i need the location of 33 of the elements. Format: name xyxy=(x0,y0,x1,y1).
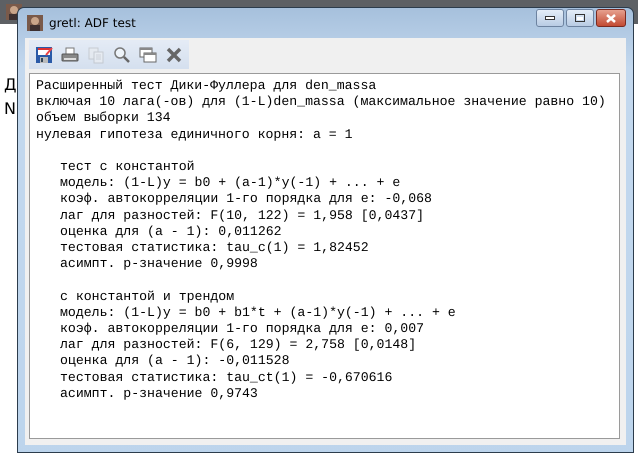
output-line: лаг для разностей: F(10, 122) = 1,958 [0,0437] xyxy=(59,208,426,224)
output-line: коэф. автокорреляции 1-го порядка для e: 0,007 xyxy=(59,321,426,338)
section-title: тест с константой xyxy=(59,159,196,176)
search-icon[interactable] xyxy=(112,45,131,64)
output-line: Расширенный тест Дики-Фуллера для den_massa xyxy=(36,78,378,94)
output-line: модель: (1-L)y = b0 + (a-1)*y(-1) + ... + e xyxy=(59,175,402,192)
close-icon xyxy=(605,14,617,22)
close-icon[interactable] xyxy=(164,45,183,64)
output-line: коэф. автокорреляции 1-го порядка для e: -0,068 xyxy=(59,191,433,208)
output-line: тестовая статистика: tau_c(1) = 1,82452 xyxy=(59,240,370,256)
maximize-icon xyxy=(575,14,585,22)
output-line: тестовая статистика: tau_ct(1) = -0,670616 xyxy=(59,370,394,386)
output-line: асимпт. р-значение 0,9998 xyxy=(59,256,259,272)
print-icon[interactable] xyxy=(60,45,79,64)
app-icon xyxy=(27,15,43,31)
menu-label: Д xyxy=(4,76,16,94)
output-line: оценка для (a - 1): -0,011528 xyxy=(59,353,290,370)
menu-label: N xyxy=(4,100,16,118)
minimize-icon xyxy=(545,16,555,20)
close-button[interactable] xyxy=(596,9,626,27)
maximize-button[interactable] xyxy=(566,9,594,27)
output-line: асимпт. р-значение 0,9743 xyxy=(59,386,259,402)
output-line: включая 10 лага(-ов) для (1-L)den_massa (максимальное значение равно 10) xyxy=(36,94,607,110)
output-line: объем выборки 134 xyxy=(36,110,172,127)
save-icon[interactable] xyxy=(34,45,53,64)
window-title: gretl: ADF test xyxy=(49,16,136,30)
section-title: с константой и трендом xyxy=(59,288,236,305)
output-line: оценка для (a - 1): 0,011262 xyxy=(59,224,283,240)
output-line: модель: (1-L)y = b0 + b1*t + (a-1)*y(-1) + ... + e xyxy=(59,304,457,322)
output-line: лаг для разностей: F(6, 129) = 2,758 [0,0148] xyxy=(59,337,418,354)
minimize-button[interactable] xyxy=(536,9,564,27)
windows-icon[interactable] xyxy=(138,45,157,64)
output-line: нулевая гипотеза единичного корня: a = 1 xyxy=(36,126,354,143)
